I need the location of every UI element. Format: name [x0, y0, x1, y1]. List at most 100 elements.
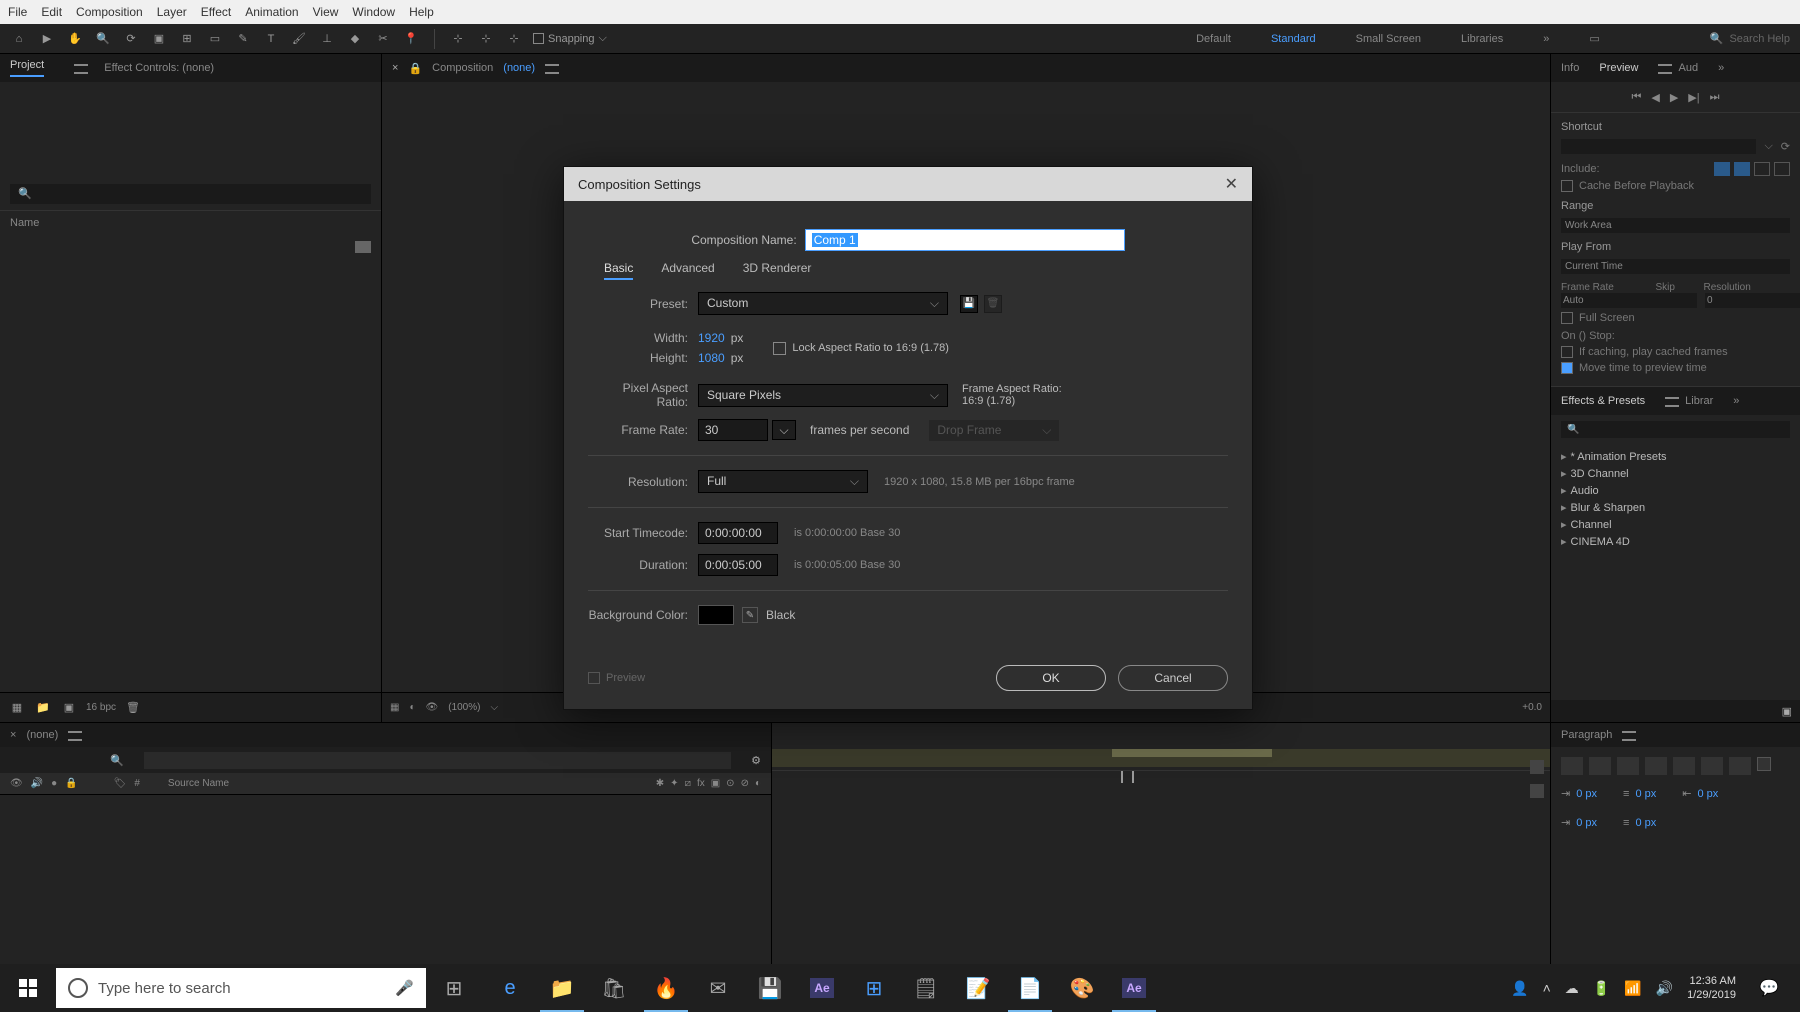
justify-last-right-icon[interactable] — [1701, 757, 1723, 775]
new-folder-icon[interactable]: 📁 — [34, 699, 52, 717]
pen-tool-icon[interactable]: ✎ — [234, 30, 252, 48]
tab-libraries[interactable]: Librar — [1685, 395, 1713, 407]
eraser-tool-icon[interactable]: ◆ — [346, 30, 364, 48]
preview-skip-select[interactable] — [1705, 293, 1800, 308]
tab-audio[interactable]: Aud — [1678, 62, 1698, 74]
file-explorer-icon[interactable]: 📁 — [538, 964, 586, 1012]
after-effects-running-icon[interactable]: Ae — [1110, 964, 1158, 1012]
effects-category[interactable]: ▸3D Channel — [1561, 465, 1790, 482]
shortcut-dropdown-icon[interactable]: ⌵ — [1764, 140, 1772, 153]
rotate-tool-icon[interactable]: ⟳ — [122, 30, 140, 48]
exposure-value[interactable]: +0.0 — [1522, 702, 1542, 713]
tab-effects-presets[interactable]: Effects & Presets — [1561, 395, 1645, 407]
eyedropper-icon[interactable]: ✎ — [742, 607, 758, 623]
channel-icon[interactable]: ◐ — [409, 702, 415, 713]
label-col-icon[interactable]: 🏷 — [114, 778, 127, 789]
prev-frame-icon[interactable]: ◀ — [1651, 91, 1659, 104]
store-icon[interactable]: 🛍 — [590, 964, 638, 1012]
search-help[interactable]: 🔍 Search Help — [1710, 32, 1790, 45]
bg-color-swatch[interactable] — [698, 605, 734, 625]
if-caching-checkbox[interactable] — [1561, 346, 1573, 358]
effects-category[interactable]: ▸Channel — [1561, 516, 1790, 533]
tab-preview[interactable]: Preview — [1599, 62, 1638, 74]
include-audio-icon[interactable] — [1734, 162, 1750, 176]
start-tc-input[interactable] — [698, 522, 778, 544]
camera-tool-icon[interactable]: ▣ — [150, 30, 168, 48]
switch-col-icon[interactable]: ⧄ — [685, 778, 691, 789]
workspace-standard[interactable]: Standard — [1271, 33, 1316, 45]
full-screen-checkbox[interactable] — [1561, 312, 1573, 324]
tab-project[interactable]: Project — [10, 59, 44, 77]
puppet-tool-icon[interactable]: 📍 — [402, 30, 420, 48]
menu-edit[interactable]: Edit — [41, 5, 62, 19]
selection-tool-icon[interactable]: ▶ — [38, 30, 56, 48]
close-icon[interactable]: ✕ — [1225, 174, 1238, 194]
play-icon[interactable]: ▶ — [1670, 91, 1678, 104]
switch-col-icon[interactable]: ⊘ — [741, 778, 749, 789]
comp-button-icon[interactable] — [1530, 760, 1544, 774]
project-search[interactable] — [10, 184, 371, 204]
maxthon-icon[interactable]: ⊞ — [850, 964, 898, 1012]
next-frame-icon[interactable]: ▶| — [1688, 91, 1699, 104]
workspace-libraries[interactable]: Libraries — [1461, 33, 1503, 45]
align-left-icon[interactable] — [1561, 757, 1583, 775]
loop-icon[interactable]: ⟳ — [1781, 140, 1790, 153]
alpha-icon[interactable]: ▦ — [390, 702, 399, 713]
switch-col-icon[interactable]: fx — [697, 778, 705, 789]
audio-col-icon[interactable]: 🔊 — [31, 778, 43, 789]
taskbar-clock[interactable]: 12:36 AM 1/29/2019 — [1687, 974, 1736, 1002]
interpret-footage-icon[interactable]: ▦ — [8, 699, 26, 717]
shortcut-input[interactable] — [1561, 139, 1756, 154]
switch-col-icon[interactable]: ▣ — [711, 778, 720, 789]
video-col-icon[interactable]: 👁 — [10, 778, 23, 789]
action-center-icon[interactable]: 💬 — [1750, 968, 1788, 1008]
new-comp-icon[interactable]: ▣ — [60, 699, 78, 717]
menu-window[interactable]: Window — [352, 5, 395, 19]
timeline-search-input[interactable] — [144, 752, 731, 769]
notepad-icon[interactable]: 📝 — [954, 964, 1002, 1012]
new-bin-icon[interactable]: ▣ — [1782, 705, 1792, 718]
wifi-icon[interactable]: 📶 — [1624, 980, 1641, 997]
effects-category[interactable]: ▸* Animation Presets — [1561, 448, 1790, 465]
workspace-reset-icon[interactable]: ▭ — [1589, 32, 1599, 45]
switch-col-icon[interactable]: ✦ — [670, 778, 678, 789]
pan-behind-tool-icon[interactable]: ⊞ — [178, 30, 196, 48]
align-center-icon[interactable] — [1589, 757, 1611, 775]
menu-help[interactable]: Help — [409, 5, 434, 19]
range-select[interactable] — [1561, 218, 1790, 233]
duration-input[interactable] — [698, 554, 778, 576]
save-icon[interactable]: 💾 — [746, 964, 794, 1012]
indent-right-value[interactable]: 0 px — [1697, 788, 1718, 800]
menu-layer[interactable]: Layer — [157, 5, 187, 19]
last-frame-icon[interactable]: ⏭ — [1710, 91, 1720, 104]
dialog-title-bar[interactable]: Composition Settings ✕ — [564, 167, 1252, 201]
switch-col-icon[interactable]: ⊙ — [726, 778, 734, 789]
cancel-button[interactable]: Cancel — [1118, 665, 1228, 691]
menu-animation[interactable]: Animation — [245, 5, 298, 19]
people-icon[interactable]: 👤 — [1511, 980, 1528, 997]
move-time-checkbox[interactable] — [1561, 362, 1573, 374]
tab-3d-renderer[interactable]: 3D Renderer — [743, 261, 812, 280]
stamp-tool-icon[interactable]: ⊥ — [318, 30, 336, 48]
project-search-input[interactable] — [10, 184, 371, 204]
align-right-icon[interactable] — [1617, 757, 1639, 775]
close-tab-icon[interactable]: × — [392, 62, 398, 74]
index-col[interactable]: # — [134, 778, 140, 789]
switch-col-icon[interactable]: ✱ — [656, 778, 664, 789]
composition-name[interactable]: (none) — [503, 62, 535, 74]
workspace-overflow-icon[interactable]: » — [1543, 33, 1549, 45]
source-name-col[interactable]: Source Name — [168, 778, 229, 789]
first-frame-icon[interactable]: ⏮ — [1631, 91, 1641, 104]
justify-last-center-icon[interactable] — [1673, 757, 1695, 775]
home-icon[interactable]: ⌂ — [10, 30, 28, 48]
edge-icon[interactable]: e — [486, 964, 534, 1012]
justify-last-left-icon[interactable] — [1645, 757, 1667, 775]
brush-tool-icon[interactable]: 🖌 — [290, 30, 308, 48]
timeline-layer-area[interactable] — [0, 795, 771, 986]
roto-tool-icon[interactable]: ✂ — [374, 30, 392, 48]
after-effects-icon[interactable]: Ae — [798, 964, 846, 1012]
mask-icon[interactable]: 👁 — [426, 702, 439, 713]
play-from-select[interactable] — [1561, 259, 1790, 274]
close-tab-icon[interactable]: × — [10, 729, 16, 741]
menu-file[interactable]: File — [8, 5, 27, 19]
